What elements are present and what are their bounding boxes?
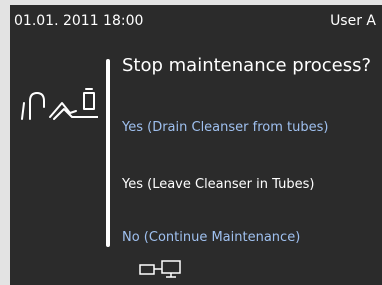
- screen: 01.01. 2011 18:00 User A Stop maintenanc…: [10, 5, 382, 285]
- option-yes-leave-cleanser[interactable]: Yes (Leave Cleanser in Tubes): [122, 177, 314, 192]
- option-no-continue-maintenance[interactable]: No (Continue Maintenance): [122, 230, 300, 245]
- dialog-question: Stop maintenance process?: [122, 55, 372, 76]
- maintenance-tubes-bottle-icon: [21, 88, 98, 120]
- user-label: User A: [330, 13, 376, 29]
- status-bar: 01.01. 2011 18:00 User A: [10, 5, 382, 35]
- vertical-divider: [106, 59, 110, 247]
- option-yes-drain-cleanser[interactable]: Yes (Drain Cleanser from tubes): [122, 120, 328, 135]
- device-connection-icon: [139, 260, 181, 278]
- datetime: 01.01. 2011 18:00: [14, 13, 144, 29]
